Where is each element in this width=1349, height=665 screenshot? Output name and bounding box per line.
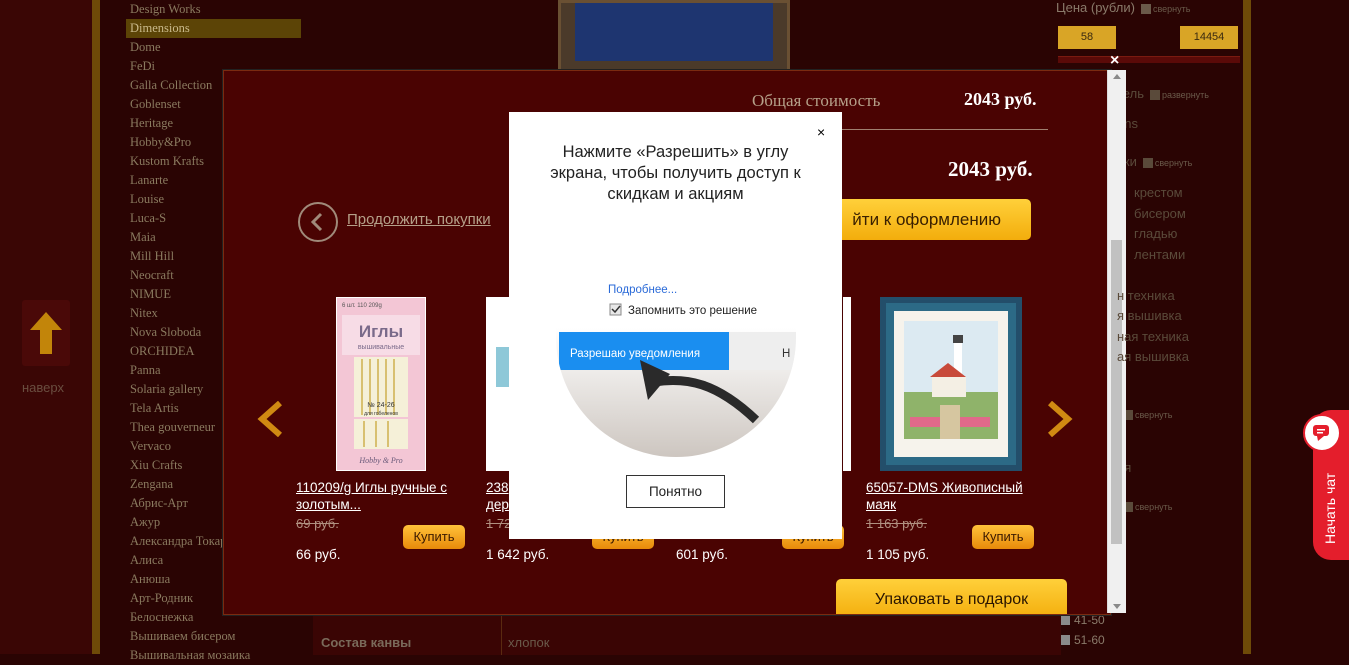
svg-text:Запомнить это решение: Запомнить это решение	[628, 305, 757, 317]
product-old-price: 1 72	[486, 516, 512, 531]
checkout-label: йти к оформлению	[852, 210, 1001, 229]
chat-label[interactable]: Начать чат	[1322, 473, 1338, 544]
scroll-up-icon[interactable]	[1113, 74, 1121, 79]
svg-text:для гобеленов: для гобеленов	[364, 411, 398, 417]
product-image[interactable]: 6 шт. 110 209g Иглы вышивальные № 24-26 …	[335, 296, 427, 472]
kind-item[interactable]: ная техника	[1117, 329, 1189, 344]
kind-item[interactable]: лентами	[1134, 247, 1185, 262]
expand-icon[interactable]	[1149, 89, 1160, 100]
collapse-link[interactable]: свернуть	[1153, 4, 1190, 14]
svg-text:Hobby & Pro: Hobby & Pro	[358, 456, 402, 465]
brand-item[interactable]: Dome	[126, 38, 301, 57]
product-title-link[interactable]: 65057-DMS Живописный маяк	[866, 479, 1046, 513]
ok-button[interactable]: Понятно	[626, 475, 725, 508]
kind-item[interactable]: ая вышивка	[1117, 349, 1189, 364]
scroll-thumb[interactable]	[1111, 240, 1122, 544]
product-price: 1 105 руб.	[866, 547, 930, 562]
modal-close-icon[interactable]: ×	[1110, 52, 1119, 70]
buy-button[interactable]: Купить	[972, 525, 1034, 549]
price-max-input[interactable]: 14454	[1180, 26, 1238, 49]
brand-item[interactable]: Вышивальная мозаика	[126, 646, 301, 665]
brand-item[interactable]: Вышиваем бисером	[126, 627, 301, 646]
svg-text:6 шт. 110 209g: 6 шт. 110 209g	[342, 303, 382, 309]
close-icon[interactable]: ×	[817, 124, 825, 140]
total-label: Общая стоимость	[752, 91, 881, 110]
spec-value: хлопок	[508, 635, 550, 650]
continue-shopping-link[interactable]: Продолжить покупки	[347, 211, 491, 228]
age-option[interactable]: 51-60	[1060, 633, 1105, 647]
svg-text:№ 24-26: № 24-26	[367, 402, 394, 409]
product-old-price: 69 руб.	[296, 516, 339, 531]
brand-item[interactable]: Design Works	[126, 0, 301, 19]
price-filter-title: Цена (рубли) свернуть	[1056, 0, 1191, 15]
back-arrow-icon[interactable]	[298, 202, 338, 242]
permission-illustration: Подробнее... Запомнить это решение Разре…	[556, 232, 796, 457]
product-price: 601 руб.	[676, 547, 729, 562]
spec-label: Состав канвы	[321, 635, 412, 650]
product-image[interactable]	[486, 297, 510, 471]
total-value: 2043 руб.	[964, 89, 1037, 109]
svg-text:Иглы: Иглы	[359, 322, 403, 341]
arrow-up-icon	[30, 312, 62, 354]
left-stripe	[92, 0, 100, 654]
product-spec-row: Состав канвы хлопок	[313, 612, 1061, 655]
more-link: Подробнее...	[608, 284, 677, 296]
carousel-next-icon[interactable]	[1046, 401, 1074, 437]
chat-bubble-icon[interactable]	[1303, 414, 1341, 452]
svg-text:Разрешаю уведомления: Разрешаю уведомления	[570, 348, 700, 360]
svg-text:Н: Н	[782, 348, 790, 360]
collapse-icon[interactable]	[1142, 157, 1153, 168]
scroll-top-label: наверх	[22, 380, 64, 395]
product-price: 1 642 руб.	[486, 547, 550, 562]
product-old-price: 1 163 руб.	[866, 516, 927, 531]
product-picture	[558, 0, 790, 76]
svg-text:вышивальные: вышивальные	[358, 344, 404, 351]
gift-wrap-button[interactable]: Упаковать в подарок	[836, 579, 1067, 614]
kind-item[interactable]: гладью	[1134, 226, 1177, 241]
notification-popup: × Нажмите «Разрешить» в углу экрана, что…	[509, 112, 842, 539]
kind-item[interactable]: н техника	[1117, 288, 1175, 303]
popup-message: Нажмите «Разрешить» в углу экрана, чтобы…	[550, 143, 801, 203]
buy-button[interactable]: Купить	[403, 525, 465, 549]
kind-item[interactable]: бисером	[1134, 206, 1186, 221]
collapse-icon[interactable]	[1140, 3, 1151, 14]
kind-filter-title: вки свернуть	[1117, 154, 1193, 169]
carousel-prev-icon[interactable]	[256, 401, 284, 437]
kind-item[interactable]: крестом	[1134, 185, 1183, 200]
right-stripe	[1243, 0, 1251, 654]
grand-total-value: 2043 руб.	[948, 157, 1033, 181]
price-min-input[interactable]: 58	[1058, 26, 1116, 49]
product-image[interactable]	[843, 297, 851, 471]
product-image[interactable]	[880, 297, 1022, 471]
maker-filter-title: тель развернуть	[1117, 86, 1209, 101]
kind-item[interactable]: я вышивка	[1117, 308, 1182, 323]
product-title-link[interactable]: 110209/g Иглы ручные с золотым...	[296, 479, 476, 513]
scroll-top-button[interactable]	[22, 300, 70, 366]
price-slider[interactable]	[1058, 56, 1240, 63]
brand-item[interactable]: Dimensions	[126, 19, 301, 38]
product-price: 66 руб.	[296, 547, 341, 562]
age-option[interactable]: 41-50	[1060, 613, 1105, 627]
scroll-down-icon[interactable]	[1113, 604, 1121, 609]
